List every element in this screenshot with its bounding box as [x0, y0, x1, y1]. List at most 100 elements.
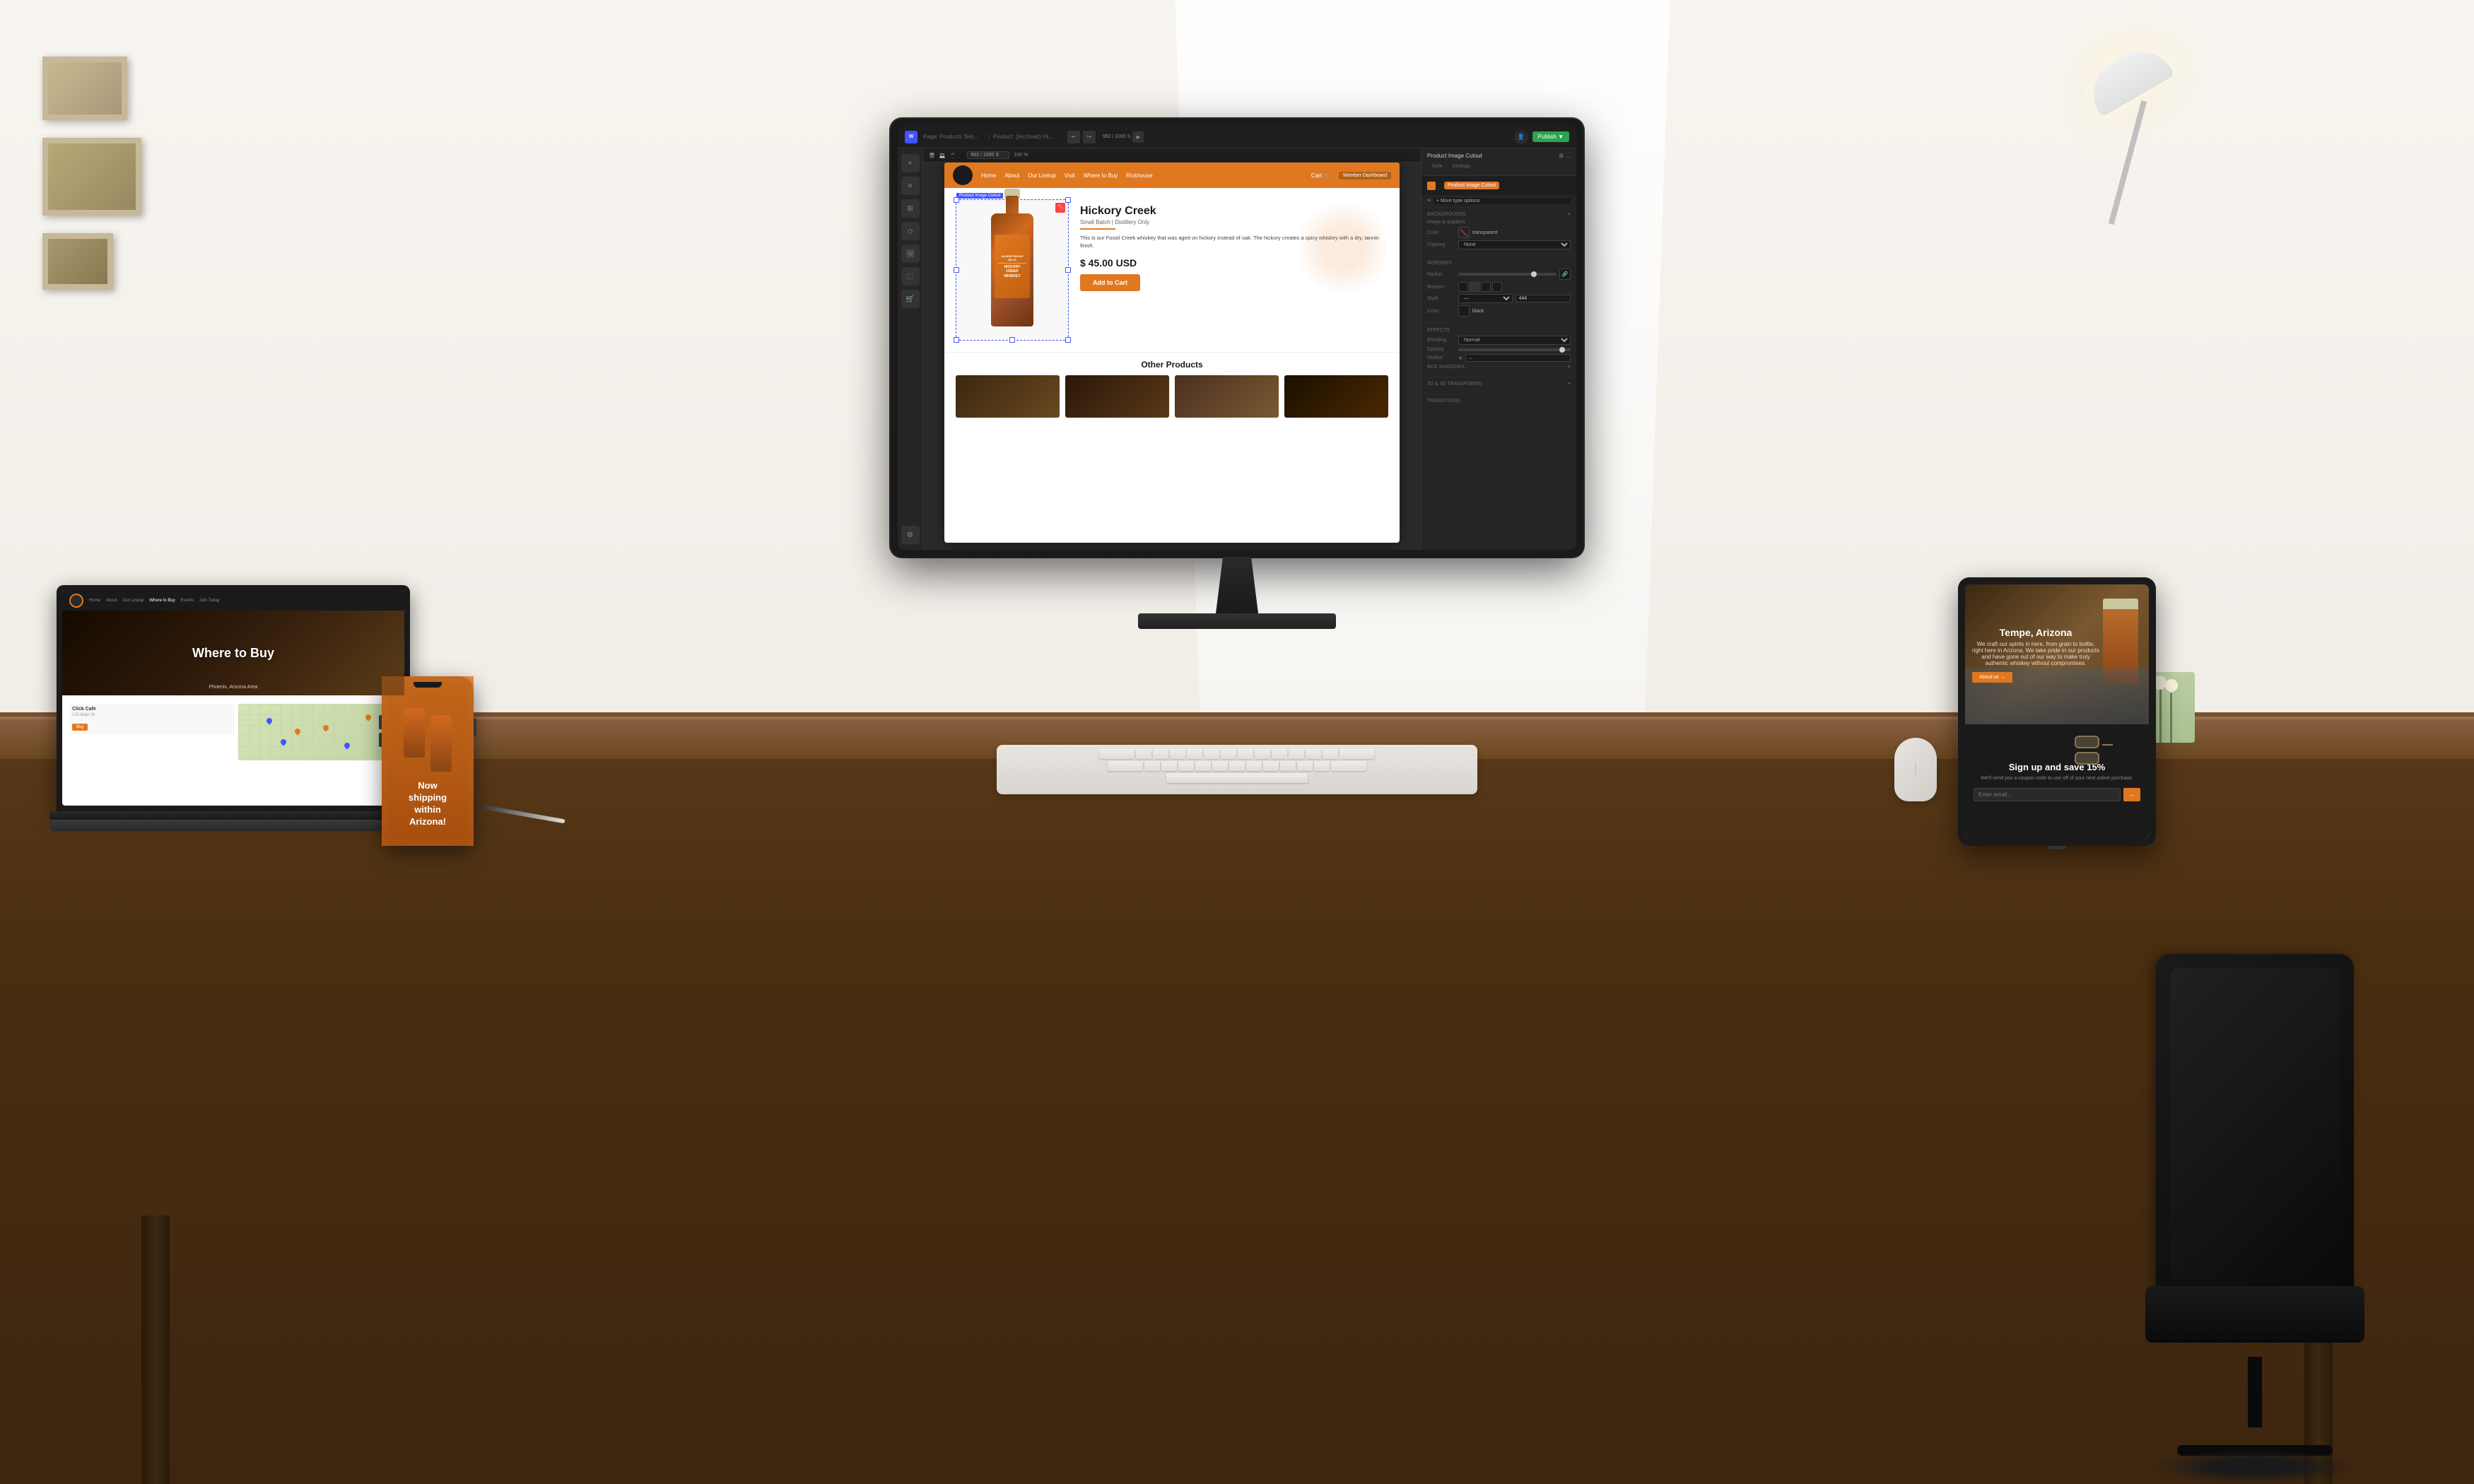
- color-picker-swatch[interactable]: [1458, 227, 1470, 238]
- tab-settings[interactable]: Settings: [1448, 162, 1475, 171]
- key-e[interactable]: [1170, 749, 1185, 759]
- settings-icon[interactable]: ⚙: [901, 526, 920, 544]
- key-i[interactable]: [1255, 749, 1270, 759]
- key-g[interactable]: [1212, 761, 1228, 771]
- nav-home[interactable]: Home: [981, 172, 996, 179]
- pages-icon[interactable]: ≡: [901, 177, 920, 195]
- canvas-width-input[interactable]: [967, 151, 1009, 159]
- key-f[interactable]: [1195, 761, 1211, 771]
- key-t[interactable]: [1204, 749, 1219, 759]
- nav-visit[interactable]: Visit: [1065, 172, 1075, 179]
- handle-bottom-mid[interactable]: [1009, 337, 1015, 343]
- add-to-cart-button[interactable]: Add to Cart: [1080, 274, 1140, 291]
- ecommerce-icon[interactable]: 🛒: [901, 290, 920, 308]
- key-k[interactable]: [1263, 761, 1279, 771]
- tablet-signup-btn[interactable]: →: [2123, 788, 2140, 801]
- nav-about[interactable]: About: [1004, 172, 1019, 179]
- nav-member[interactable]: Member Dashboard: [1339, 172, 1391, 179]
- publish-button[interactable]: Publish ▼: [1532, 131, 1569, 142]
- nav-rickhouse[interactable]: Rickhouse: [1126, 172, 1152, 179]
- preview-btn[interactable]: ▶: [1132, 131, 1144, 143]
- breakpoint-desktop[interactable]: 🖥: [929, 153, 935, 158]
- key-o[interactable]: [1272, 749, 1287, 759]
- key-u[interactable]: [1238, 749, 1253, 759]
- blending-select[interactable]: Normal: [1458, 336, 1571, 345]
- breakpoint-mobile[interactable]: 📱: [950, 153, 956, 158]
- laptop-nav-home[interactable]: Home: [89, 599, 100, 603]
- nav-where-to-buy[interactable]: Where to Buy: [1084, 172, 1118, 179]
- fullscreen-btn[interactable]: ⤡: [1055, 203, 1065, 213]
- border-right-btn[interactable]: [1481, 282, 1491, 292]
- key-d[interactable]: [1178, 761, 1194, 771]
- assets-icon[interactable]: 🖼: [901, 245, 920, 263]
- outline-remove-btn[interactable]: ✕: [1458, 355, 1462, 361]
- breakpoint-tablet[interactable]: 💻: [939, 153, 946, 158]
- other-product-1[interactable]: [956, 375, 1060, 418]
- key-h[interactable]: [1229, 761, 1245, 771]
- components-icon[interactable]: ◇: [901, 222, 920, 240]
- other-product-3[interactable]: [1175, 375, 1279, 418]
- panel-close-btn[interactable]: ...: [1566, 153, 1571, 159]
- radius-link-btn[interactable]: 🔗: [1559, 269, 1571, 280]
- handle-top-right[interactable]: [1065, 197, 1071, 203]
- nav-lineup[interactable]: Our Lineup: [1028, 172, 1056, 179]
- key-p[interactable]: [1289, 749, 1304, 759]
- phone-vol-up-btn[interactable]: [379, 715, 382, 729]
- other-product-2[interactable]: [1065, 375, 1169, 418]
- laptop-nav-where-to-buy[interactable]: Where to Buy: [149, 599, 175, 603]
- key-y[interactable]: [1221, 749, 1236, 759]
- tablet-hero-btn[interactable]: About us →: [1972, 672, 2012, 683]
- key-w[interactable]: [1153, 749, 1168, 759]
- phone-vol-down-btn[interactable]: [379, 733, 382, 747]
- key-bracket-l[interactable]: [1306, 749, 1321, 759]
- selector-edit-btn[interactable]: ✏: [1427, 198, 1431, 204]
- key-spacebar[interactable]: [1166, 773, 1308, 783]
- clipping-select[interactable]: None: [1458, 240, 1571, 249]
- key-semi[interactable]: [1297, 761, 1313, 771]
- key-s[interactable]: [1161, 761, 1177, 771]
- backgrounds-add-btn[interactable]: +: [1568, 212, 1571, 217]
- key-caps[interactable]: [1108, 761, 1143, 771]
- other-product-4[interactable]: [1284, 375, 1388, 418]
- handle-top-left[interactable]: [954, 197, 959, 203]
- key-bracket-r[interactable]: [1323, 749, 1338, 759]
- navigator-icon[interactable]: ⊞: [901, 199, 920, 218]
- redo-btn[interactable]: ↪: [1083, 131, 1096, 143]
- border-all-btn[interactable]: [1458, 282, 1468, 292]
- panel-settings-btn[interactable]: ⚙: [1559, 153, 1564, 159]
- border-color-swatch[interactable]: [1458, 305, 1470, 317]
- key-q[interactable]: [1136, 749, 1151, 759]
- cms-icon[interactable]: ⬚: [901, 267, 920, 285]
- key-backspace[interactable]: [1339, 749, 1375, 759]
- product-image-container[interactable]: Product Image Cutout: [956, 199, 1069, 341]
- nav-cart[interactable]: Cart 🛒: [1311, 172, 1330, 179]
- tablet-email-input[interactable]: [1974, 788, 2121, 801]
- tablet-home-btn[interactable]: [2048, 846, 2066, 849]
- laptop-buy-btn[interactable]: Buy: [72, 724, 88, 731]
- laptop-nav-events[interactable]: Events: [181, 599, 194, 603]
- key-l[interactable]: [1280, 761, 1296, 771]
- laptop-nav-join[interactable]: Join Today: [199, 599, 220, 603]
- outline-input[interactable]: [1465, 354, 1571, 362]
- key-quote[interactable]: [1314, 761, 1330, 771]
- border-top-btn[interactable]: [1470, 282, 1479, 292]
- handle-mid-left[interactable]: [954, 267, 959, 273]
- opacity-slider[interactable]: [1458, 348, 1571, 351]
- handle-bottom-right[interactable]: [1065, 337, 1071, 343]
- border-bottom-btn[interactable]: [1492, 282, 1502, 292]
- mouse[interactable]: [1894, 738, 1937, 801]
- key-tab[interactable]: [1099, 749, 1135, 759]
- key-enter[interactable]: [1331, 761, 1366, 771]
- handle-mid-right[interactable]: [1065, 267, 1071, 273]
- undo-btn[interactable]: ↩: [1067, 131, 1080, 143]
- key-a[interactable]: [1144, 761, 1160, 771]
- handle-bottom-left[interactable]: [954, 337, 959, 343]
- radius-slider[interactable]: [1458, 273, 1556, 276]
- transforms-add-btn[interactable]: +: [1568, 382, 1571, 387]
- box-shadows-add-btn[interactable]: +: [1568, 365, 1571, 370]
- tab-style[interactable]: Style: [1427, 162, 1447, 171]
- border-width-input[interactable]: [1516, 295, 1571, 302]
- selector-input[interactable]: + More type options: [1434, 198, 1571, 204]
- laptop-nav-lineup[interactable]: Our Lineup: [123, 599, 144, 603]
- key-j[interactable]: [1246, 761, 1262, 771]
